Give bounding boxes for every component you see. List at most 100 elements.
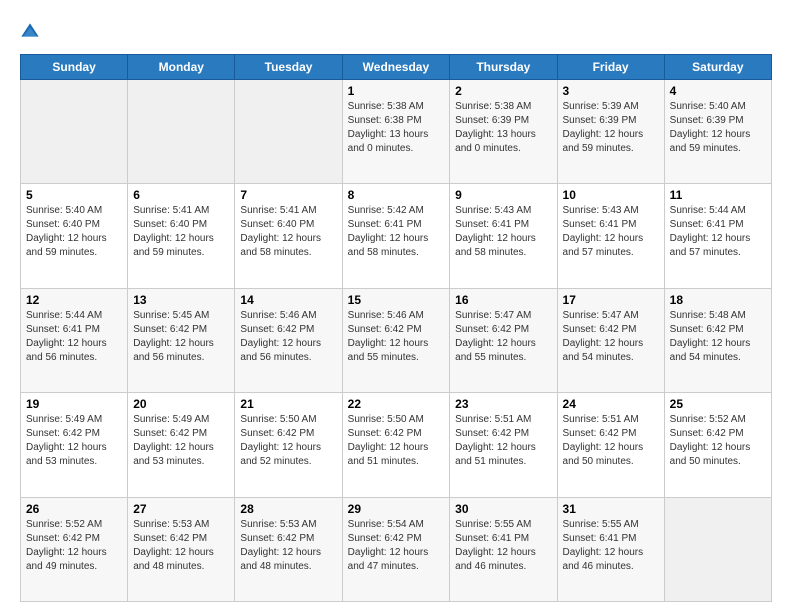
calendar-cell (128, 80, 235, 184)
calendar-cell: 12Sunrise: 5:44 AM Sunset: 6:41 PM Dayli… (21, 288, 128, 392)
calendar-week-row: 12Sunrise: 5:44 AM Sunset: 6:41 PM Dayli… (21, 288, 772, 392)
day-info: Sunrise: 5:41 AM Sunset: 6:40 PM Dayligh… (240, 204, 336, 260)
day-info: Sunrise: 5:38 AM Sunset: 6:38 PM Dayligh… (348, 100, 445, 156)
calendar-cell: 9Sunrise: 5:43 AM Sunset: 6:41 PM Daylig… (450, 184, 557, 288)
calendar-cell: 17 Sunrise: 5:47 AM Sunset: 6:42 PM Dayli… (557, 288, 664, 392)
day-number: 15 (348, 293, 445, 307)
day-info: Sunrise: 5:43 AM Sunset: 6:41 PM Dayligh… (563, 204, 659, 260)
day-info: Sunrise: 5:51 AM Sunset: 6:42 PM Dayligh… (455, 413, 551, 469)
calendar-cell: 30 Sunrise: 5:55 AM Sunset: 6:41 PM Dayli… (450, 497, 557, 601)
day-number: 25 (670, 397, 766, 411)
calendar-week-row: 1 Sunrise: 5:38 AM Sunset: 6:38 PM Daylig… (21, 80, 772, 184)
day-number: 14 (240, 293, 336, 307)
day-number: 29 (348, 502, 445, 516)
page: SundayMondayTuesdayWednesdayThursdayFrid… (0, 0, 792, 612)
day-number: 21 (240, 397, 336, 411)
calendar-cell: 11 Sunrise: 5:44 AM Sunset: 6:41 PM Dayli… (664, 184, 771, 288)
day-info: Sunrise: 5:40 AM Sunset: 6:39 PM Dayligh… (670, 100, 766, 156)
logo (20, 20, 44, 42)
day-number: 28 (240, 502, 336, 516)
calendar-cell: 1 Sunrise: 5:38 AM Sunset: 6:38 PM Daylig… (342, 80, 450, 184)
day-number: 8 (348, 188, 445, 202)
logo-icon (20, 22, 40, 42)
day-number: 22 (348, 397, 445, 411)
calendar-cell (235, 80, 342, 184)
day-info: Sunrise: 5:55 AM Sunset: 6:41 PM Dayligh… (455, 518, 551, 574)
header (20, 20, 772, 42)
day-info: Sunrise: 5:40 AM Sunset: 6:40 PM Dayligh… (26, 204, 122, 260)
day-info: Sunrise: 5:54 AM Sunset: 6:42 PM Dayligh… (348, 518, 445, 574)
calendar-cell: 8 Sunrise: 5:42 AM Sunset: 6:41 PM Daylig… (342, 184, 450, 288)
day-number: 7 (240, 188, 336, 202)
calendar-cell: 18 Sunrise: 5:48 AM Sunset: 6:42 PM Dayli… (664, 288, 771, 392)
day-info: Sunrise: 5:44 AM Sunset: 6:41 PM Dayligh… (26, 309, 122, 365)
day-info: Sunrise: 5:47 AM Sunset: 6:42 PM Dayligh… (563, 309, 659, 365)
calendar-cell: 25 Sunrise: 5:52 AM Sunset: 6:42 PM Dayli… (664, 393, 771, 497)
day-info: Sunrise: 5:41 AM Sunset: 6:40 PM Dayligh… (133, 204, 229, 260)
calendar-week-row: 26 Sunrise: 5:52 AM Sunset: 6:42 PM Dayli… (21, 497, 772, 601)
day-info: Sunrise: 5:44 AM Sunset: 6:41 PM Dayligh… (670, 204, 766, 260)
day-info: Sunrise: 5:50 AM Sunset: 6:42 PM Dayligh… (348, 413, 445, 469)
day-number: 19 (26, 397, 122, 411)
calendar-cell: 23Sunrise: 5:51 AM Sunset: 6:42 PM Dayli… (450, 393, 557, 497)
day-info: Sunrise: 5:48 AM Sunset: 6:42 PM Dayligh… (670, 309, 766, 365)
day-number: 13 (133, 293, 229, 307)
calendar-cell: 20Sunrise: 5:49 AM Sunset: 6:42 PM Dayli… (128, 393, 235, 497)
calendar-cell: 2 Sunrise: 5:38 AM Sunset: 6:39 PM Daylig… (450, 80, 557, 184)
calendar-cell: 3Sunrise: 5:39 AM Sunset: 6:39 PM Daylig… (557, 80, 664, 184)
calendar-day-header: Monday (128, 55, 235, 80)
day-number: 3 (563, 84, 659, 98)
day-info: Sunrise: 5:51 AM Sunset: 6:42 PM Dayligh… (563, 413, 659, 469)
calendar-day-header: Saturday (664, 55, 771, 80)
day-info: Sunrise: 5:53 AM Sunset: 6:42 PM Dayligh… (240, 518, 336, 574)
day-number: 24 (563, 397, 659, 411)
day-info: Sunrise: 5:42 AM Sunset: 6:41 PM Dayligh… (348, 204, 445, 260)
day-info: Sunrise: 5:50 AM Sunset: 6:42 PM Dayligh… (240, 413, 336, 469)
day-info: Sunrise: 5:53 AM Sunset: 6:42 PM Dayligh… (133, 518, 229, 574)
calendar-cell: 5 Sunrise: 5:40 AM Sunset: 6:40 PM Daylig… (21, 184, 128, 288)
day-number: 20 (133, 397, 229, 411)
calendar: SundayMondayTuesdayWednesdayThursdayFrid… (20, 54, 772, 602)
calendar-day-header: Sunday (21, 55, 128, 80)
calendar-week-row: 5 Sunrise: 5:40 AM Sunset: 6:40 PM Daylig… (21, 184, 772, 288)
calendar-day-header: Wednesday (342, 55, 450, 80)
day-number: 5 (26, 188, 122, 202)
calendar-cell: 16 Sunrise: 5:47 AM Sunset: 6:42 PM Dayli… (450, 288, 557, 392)
calendar-cell (21, 80, 128, 184)
calendar-cell: 6 Sunrise: 5:41 AM Sunset: 6:40 PM Daylig… (128, 184, 235, 288)
day-number: 1 (348, 84, 445, 98)
calendar-cell: 21 Sunrise: 5:50 AM Sunset: 6:42 PM Dayli… (235, 393, 342, 497)
calendar-day-header: Thursday (450, 55, 557, 80)
day-info: Sunrise: 5:49 AM Sunset: 6:42 PM Dayligh… (26, 413, 122, 469)
day-number: 27 (133, 502, 229, 516)
day-number: 30 (455, 502, 551, 516)
day-info: Sunrise: 5:46 AM Sunset: 6:42 PM Dayligh… (348, 309, 445, 365)
day-info: Sunrise: 5:47 AM Sunset: 6:42 PM Dayligh… (455, 309, 551, 365)
calendar-cell: 24 Sunrise: 5:51 AM Sunset: 6:42 PM Dayli… (557, 393, 664, 497)
day-info: Sunrise: 5:38 AM Sunset: 6:39 PM Dayligh… (455, 100, 551, 156)
day-info: Sunrise: 5:45 AM Sunset: 6:42 PM Dayligh… (133, 309, 229, 365)
day-info: Sunrise: 5:46 AM Sunset: 6:42 PM Dayligh… (240, 309, 336, 365)
day-number: 2 (455, 84, 551, 98)
calendar-cell: 19 Sunrise: 5:49 AM Sunset: 6:42 PM Dayli… (21, 393, 128, 497)
calendar-day-header: Friday (557, 55, 664, 80)
day-number: 6 (133, 188, 229, 202)
calendar-cell: 10Sunrise: 5:43 AM Sunset: 6:41 PM Dayli… (557, 184, 664, 288)
calendar-day-header: Tuesday (235, 55, 342, 80)
calendar-cell: 7 Sunrise: 5:41 AM Sunset: 6:40 PM Daylig… (235, 184, 342, 288)
day-info: Sunrise: 5:52 AM Sunset: 6:42 PM Dayligh… (670, 413, 766, 469)
calendar-cell: 14 Sunrise: 5:46 AM Sunset: 6:42 PM Dayli… (235, 288, 342, 392)
day-number: 11 (670, 188, 766, 202)
calendar-cell: 13 Sunrise: 5:45 AM Sunset: 6:42 PM Dayli… (128, 288, 235, 392)
day-number: 18 (670, 293, 766, 307)
day-number: 17 (563, 293, 659, 307)
calendar-cell: 28 Sunrise: 5:53 AM Sunset: 6:42 PM Dayli… (235, 497, 342, 601)
day-info: Sunrise: 5:55 AM Sunset: 6:41 PM Dayligh… (563, 518, 659, 574)
calendar-cell: 22 Sunrise: 5:50 AM Sunset: 6:42 PM Dayli… (342, 393, 450, 497)
day-number: 31 (563, 502, 659, 516)
day-info: Sunrise: 5:52 AM Sunset: 6:42 PM Dayligh… (26, 518, 122, 574)
day-number: 26 (26, 502, 122, 516)
calendar-cell: 29 Sunrise: 5:54 AM Sunset: 6:42 PM Dayli… (342, 497, 450, 601)
day-number: 16 (455, 293, 551, 307)
calendar-cell (664, 497, 771, 601)
